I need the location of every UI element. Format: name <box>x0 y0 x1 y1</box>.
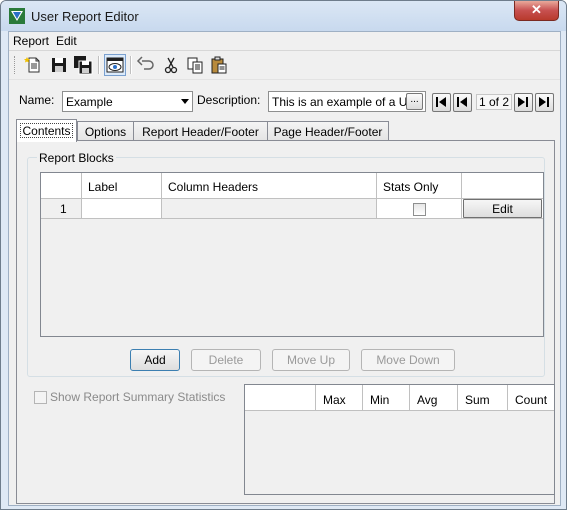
next-page-button[interactable] <box>514 93 533 112</box>
tab-contents[interactable]: Contents <box>16 119 77 142</box>
window-title: User Report Editor <box>31 9 139 24</box>
toolbar <box>9 51 560 80</box>
menu-edit[interactable]: Edit <box>56 34 77 48</box>
user-report-editor-window: User Report Editor ✕ Report Edit Name: E… <box>0 0 567 510</box>
paste-icon[interactable] <box>209 55 229 75</box>
description-field[interactable]: This is an example of a U ... <box>268 91 426 112</box>
tab-report-header-footer[interactable]: Report Header/Footer <box>133 121 268 141</box>
client-area: Report Edit Name: Example Description: T… <box>8 31 561 506</box>
summary-header-sum[interactable]: Sum <box>458 385 508 410</box>
first-icon <box>436 97 446 107</box>
save-all-icon[interactable] <box>73 55 93 75</box>
copy-icon[interactable] <box>185 55 205 75</box>
column-header-row-number <box>41 173 82 198</box>
column-header-label[interactable]: Label <box>82 173 162 198</box>
move-up-button-label: Move Up <box>286 353 336 367</box>
summary-header-blank <box>245 385 316 410</box>
first-page-button[interactable] <box>432 93 451 112</box>
chevron-down-icon[interactable] <box>181 99 189 104</box>
contents-panel: Report Blocks Label Column Headers Stats… <box>16 140 555 504</box>
toolbar-grip[interactable] <box>14 56 18 74</box>
summary-header-min[interactable]: Min <box>363 385 410 410</box>
edit-button[interactable]: Edit <box>463 199 542 218</box>
add-button[interactable]: Add <box>130 349 180 371</box>
move-up-button[interactable]: Move Up <box>272 349 350 371</box>
summary-table-header: Max Min Avg Sum Count <box>245 385 554 411</box>
close-icon: ✕ <box>531 2 542 17</box>
column-header-stats-only[interactable]: Stats Only <box>377 173 462 198</box>
table-header: Label Column Headers Stats Only <box>41 173 543 199</box>
column-header-column-headers[interactable]: Column Headers <box>162 173 377 198</box>
page-indicator: 1 of 2 <box>476 94 513 110</box>
preview-icon[interactable] <box>104 54 126 76</box>
row-number-cell: 1 <box>41 199 82 218</box>
label-cell[interactable] <box>82 199 162 218</box>
cut-icon[interactable] <box>161 55 181 75</box>
delete-button[interactable]: Delete <box>191 349 261 371</box>
show-summary-statistics-label: Show Report Summary Statistics <box>50 390 226 404</box>
menu-report[interactable]: Report <box>13 34 49 48</box>
move-down-button-label: Move Down <box>376 353 440 367</box>
summary-header-avg[interactable]: Avg <box>410 385 458 410</box>
menu-bar: Report Edit <box>9 32 560 51</box>
name-label: Name: <box>19 93 55 107</box>
tab-page-header-footer[interactable]: Page Header/Footer <box>267 121 389 141</box>
toolbar-separator <box>130 56 132 74</box>
description-label: Description: <box>197 93 261 107</box>
show-summary-statistics-checkbox[interactable] <box>34 391 47 404</box>
title-bar[interactable]: User Report Editor ✕ <box>1 1 566 31</box>
column-headers-cell[interactable] <box>162 199 377 218</box>
previous-page-button[interactable] <box>453 93 472 112</box>
description-value: This is an example of a U <box>272 95 408 109</box>
column-header-action <box>462 173 543 198</box>
app-icon <box>9 8 25 24</box>
table-row[interactable]: 1 Edit <box>41 199 543 219</box>
ellipsis-button[interactable]: ... <box>406 93 423 110</box>
action-cell: Edit <box>462 199 543 218</box>
tab-page-header-footer-label: Page Header/Footer <box>273 125 383 139</box>
last-icon <box>539 97 549 107</box>
summary-header-count[interactable]: Count <box>508 385 554 410</box>
tab-options-label: Options <box>84 125 127 139</box>
toolbar-separator <box>98 56 100 74</box>
undo-icon[interactable] <box>136 55 156 75</box>
move-down-button[interactable]: Move Down <box>361 349 455 371</box>
stats-only-cell <box>377 199 462 218</box>
save-icon[interactable] <box>49 55 69 75</box>
edit-button-label: Edit <box>492 202 513 216</box>
report-blocks-title: Report Blocks <box>37 151 116 165</box>
row-number: 1 <box>60 202 67 216</box>
last-page-button[interactable] <box>535 93 554 112</box>
new-icon[interactable] <box>24 55 44 75</box>
delete-button-label: Delete <box>208 353 244 367</box>
summary-statistics-table[interactable]: Max Min Avg Sum Count <box>244 384 555 495</box>
tab-report-header-footer-label: Report Header/Footer <box>142 125 259 139</box>
tab-contents-label: Contents <box>22 124 71 138</box>
tab-options[interactable]: Options <box>77 121 134 141</box>
add-button-label: Add <box>144 353 166 367</box>
stats-only-checkbox[interactable] <box>413 203 426 216</box>
report-blocks-table[interactable]: Label Column Headers Stats Only 1 Edit <box>40 172 544 337</box>
previous-icon <box>457 97 467 107</box>
next-icon <box>518 97 528 107</box>
name-combobox[interactable]: Example <box>62 91 193 112</box>
name-value: Example <box>66 95 113 109</box>
close-button[interactable]: ✕ <box>514 1 559 21</box>
summary-header-max[interactable]: Max <box>316 385 363 410</box>
